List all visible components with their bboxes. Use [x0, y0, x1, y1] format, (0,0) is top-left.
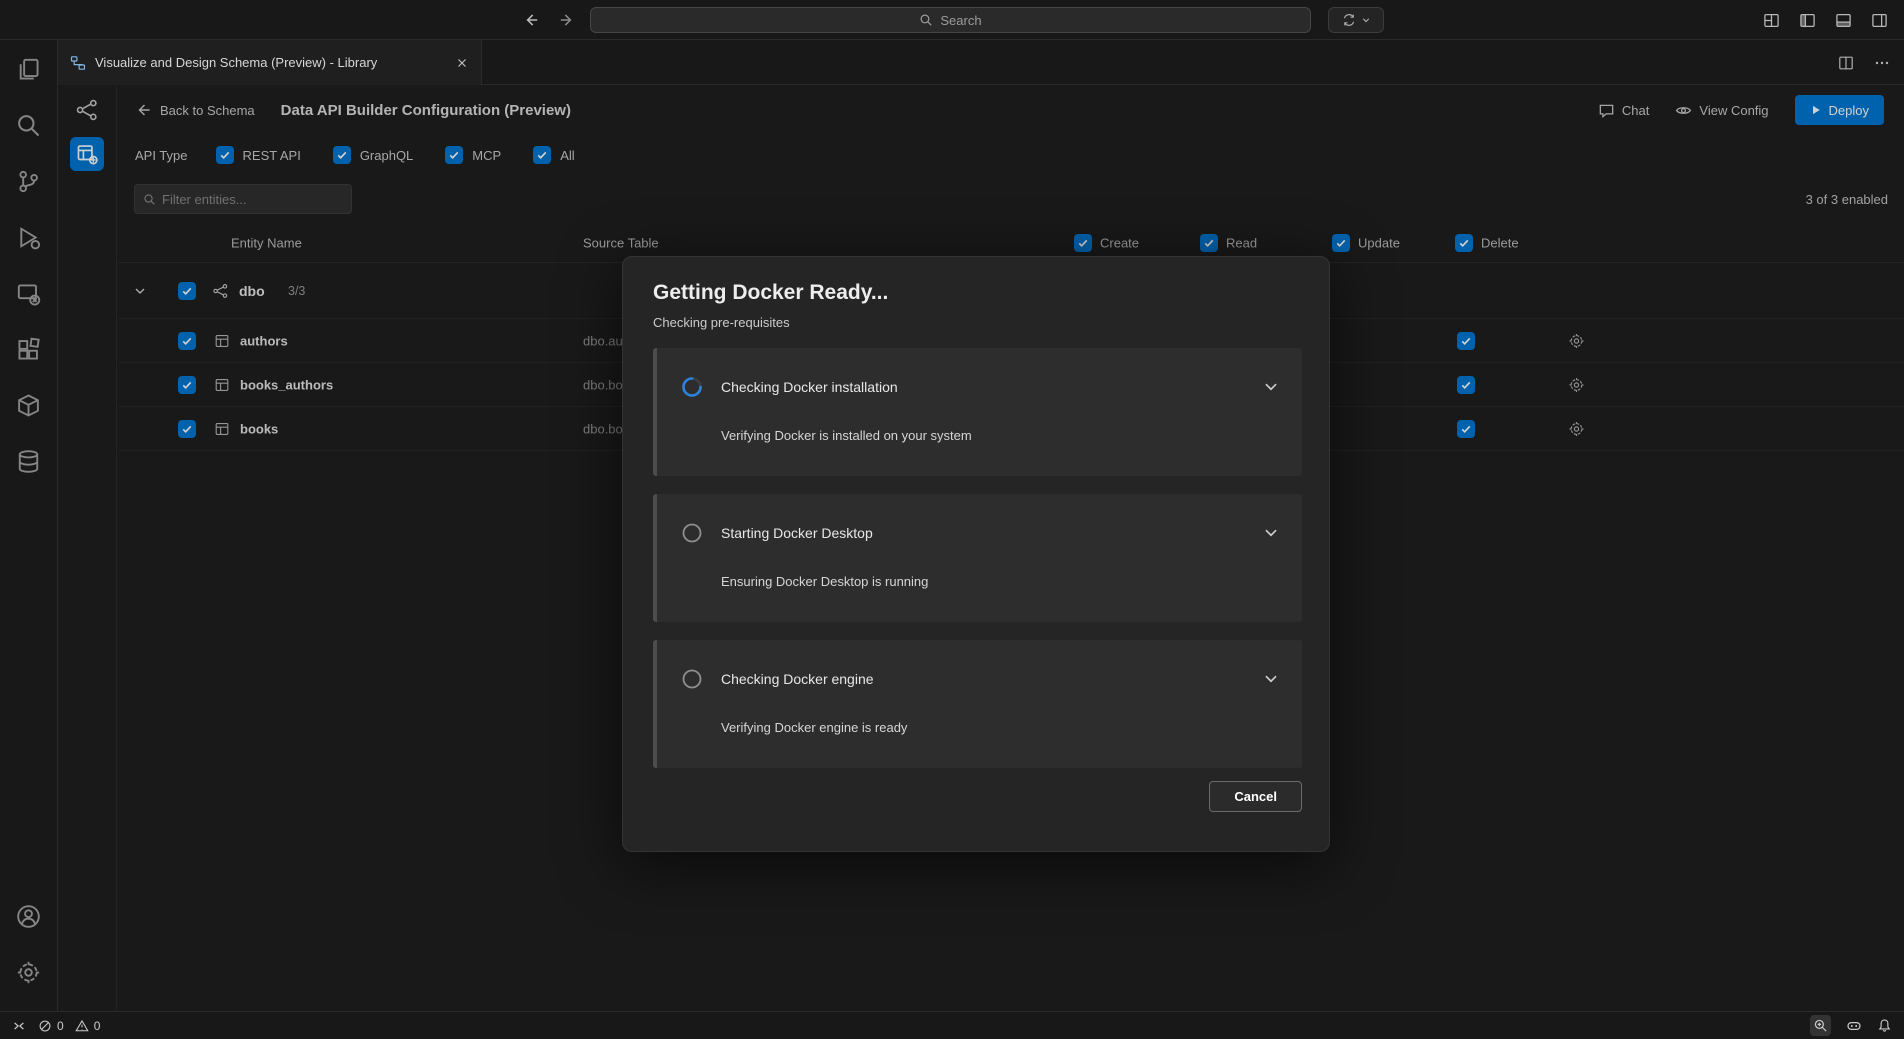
- pending-circle-icon: [681, 668, 703, 690]
- tab-label: Visualize and Design Schema (Preview) - …: [95, 55, 377, 70]
- editor-actions: [1838, 40, 1890, 85]
- zoom-icon[interactable]: [1810, 1015, 1831, 1036]
- more-actions-icon[interactable]: [1874, 55, 1890, 71]
- copilot-icon[interactable]: [1846, 1018, 1862, 1034]
- layout-controls: [1763, 0, 1888, 40]
- warning-count: 0: [94, 1019, 101, 1033]
- toggle-primary-sidebar-icon[interactable]: [1799, 12, 1816, 29]
- step-title: Checking Docker engine: [721, 671, 874, 687]
- chevron-down-icon[interactable]: [1262, 378, 1280, 396]
- toggle-secondary-sidebar-icon[interactable]: [1871, 12, 1888, 29]
- back-arrow-icon[interactable]: [522, 11, 540, 29]
- search-sidebar-icon[interactable]: [6, 102, 52, 148]
- step-title: Checking Docker installation: [721, 379, 898, 395]
- search-placeholder-text: Search: [940, 13, 981, 28]
- error-count: 0: [57, 1019, 64, 1033]
- step-description: Verifying Docker is installed on your sy…: [721, 428, 1280, 443]
- warning-icon: [75, 1019, 89, 1033]
- settings-gear-icon[interactable]: [6, 949, 52, 995]
- history-nav: [522, 0, 576, 40]
- editor-tab-bar: Visualize and Design Schema (Preview) - …: [58, 40, 1904, 85]
- step-docker-installation[interactable]: Checking Docker installation Verifying D…: [653, 348, 1302, 476]
- title-bar: Search: [0, 0, 1904, 40]
- search-history-dropdown[interactable]: [1328, 7, 1384, 33]
- sync-icon: [1342, 13, 1356, 27]
- step-docker-engine[interactable]: Checking Docker engine Verifying Docker …: [653, 640, 1302, 768]
- search-icon: [919, 13, 933, 27]
- chevron-down-icon[interactable]: [1262, 524, 1280, 542]
- customize-layout-icon[interactable]: [1763, 12, 1780, 29]
- close-icon[interactable]: [455, 56, 469, 70]
- errors-status[interactable]: 0 0: [38, 1019, 100, 1033]
- forward-arrow-icon[interactable]: [558, 11, 576, 29]
- run-debug-icon[interactable]: [6, 214, 52, 260]
- sql-server-connections-icon[interactable]: [6, 270, 52, 316]
- vscode-window: Search: [0, 0, 1904, 1039]
- dialog-subtitle: Checking pre-requisites: [653, 315, 1302, 330]
- tab-visualize-schema[interactable]: Visualize and Design Schema (Preview) - …: [58, 40, 482, 85]
- step-description: Ensuring Docker Desktop is running: [721, 574, 1280, 589]
- pending-circle-icon: [681, 522, 703, 544]
- bell-icon[interactable]: [1877, 1018, 1892, 1033]
- schema-designer-icon: [70, 55, 86, 71]
- command-center-search[interactable]: Search: [590, 7, 1311, 33]
- toggle-panel-icon[interactable]: [1835, 12, 1852, 29]
- chevron-down-icon: [1361, 15, 1371, 25]
- status-bar: 0 0: [0, 1011, 1904, 1039]
- remote-indicator[interactable]: [12, 1019, 26, 1033]
- extensions-icon[interactable]: [6, 326, 52, 372]
- cancel-button[interactable]: Cancel: [1209, 781, 1302, 812]
- step-title: Starting Docker Desktop: [721, 525, 873, 541]
- split-editor-icon[interactable]: [1838, 55, 1854, 71]
- package-cube-icon[interactable]: [6, 382, 52, 428]
- explorer-icon[interactable]: [6, 46, 52, 92]
- activity-bar: [0, 40, 58, 1011]
- spinner-icon: [681, 376, 703, 398]
- docker-ready-dialog: Getting Docker Ready... Checking pre-req…: [622, 256, 1330, 852]
- database-projects-icon[interactable]: [6, 438, 52, 484]
- chevron-down-icon[interactable]: [1262, 670, 1280, 688]
- dialog-title: Getting Docker Ready...: [653, 281, 1302, 305]
- status-bar-right: [1810, 1015, 1892, 1036]
- error-icon: [38, 1019, 52, 1033]
- source-control-icon[interactable]: [6, 158, 52, 204]
- accounts-icon[interactable]: [6, 893, 52, 939]
- step-description: Verifying Docker engine is ready: [721, 720, 1280, 735]
- step-docker-desktop[interactable]: Starting Docker Desktop Ensuring Docker …: [653, 494, 1302, 622]
